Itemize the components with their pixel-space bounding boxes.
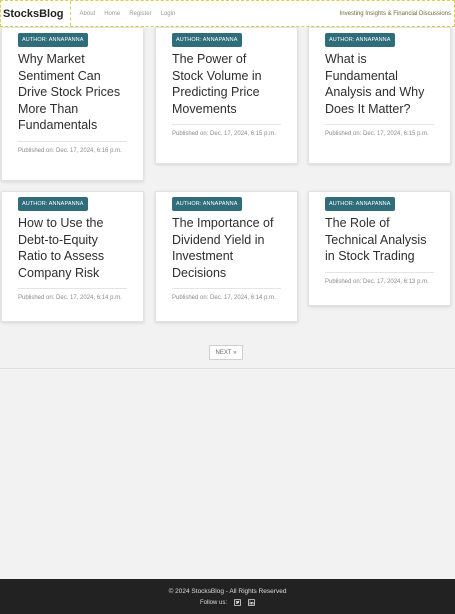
author-badge: AUTHOR: ANNAPANNA xyxy=(325,197,395,211)
linkedin-icon[interactable] xyxy=(248,599,255,606)
brand-logo[interactable]: StocksBlog xyxy=(1,1,71,26)
post-title[interactable]: How to Use the Debt-to-Equity Ratio to A… xyxy=(18,215,127,281)
post-title[interactable]: The Power of Stock Volume in Predicting … xyxy=(172,51,281,117)
card-divider xyxy=(172,124,281,125)
post-card[interactable]: AUTHOR: ANNAPANNA The Power of Stock Vol… xyxy=(155,27,298,164)
copyright-text: © 2024 StocksBlog - All Rights Reserved xyxy=(168,588,287,595)
nav-link-register[interactable]: Register xyxy=(129,11,151,17)
post-card[interactable]: AUTHOR: ANNAPANNA Why Market Sentiment C… xyxy=(1,27,144,181)
author-badge: AUTHOR: ANNAPANNA xyxy=(18,197,88,211)
post-title[interactable]: What is Fundamental Analysis and Why Doe… xyxy=(325,51,434,117)
post-date: Published on: Dec. 17, 2024, 6:14 p.m. xyxy=(172,295,276,301)
card-divider xyxy=(18,288,127,289)
author-badge: AUTHOR: ANNAPANNA xyxy=(172,33,242,47)
next-page-button[interactable]: NEXT » xyxy=(209,345,243,360)
nav-link-about[interactable]: About xyxy=(80,11,96,17)
post-card[interactable]: AUTHOR: ANNAPANNA How to Use the Debt-to… xyxy=(1,191,144,322)
content-divider xyxy=(0,368,455,369)
site-tagline: Investing Insights & Financial Discussio… xyxy=(339,10,451,17)
author-badge: AUTHOR: ANNAPANNA xyxy=(18,33,88,47)
card-divider xyxy=(325,271,434,273)
nav-link-home[interactable]: Home xyxy=(104,11,120,17)
footer: © 2024 StocksBlog - All Rights Reserved … xyxy=(0,579,455,614)
post-date: Published on: Dec. 17, 2024, 6:13 p.m. xyxy=(325,278,429,285)
post-title[interactable]: The Importance of Dividend Yield in Inve… xyxy=(172,215,281,281)
navbar: StocksBlog About Home Register Login Inv… xyxy=(0,0,455,27)
post-title[interactable]: The Role of Technical Analysis in Stock … xyxy=(325,215,434,265)
post-date: Published on: Dec. 17, 2024, 6:16 p.m. xyxy=(18,147,122,154)
post-card[interactable]: AUTHOR: ANNAPANNA The Importance of Divi… xyxy=(155,191,298,322)
twitter-icon[interactable] xyxy=(234,599,241,606)
post-card[interactable]: AUTHOR: ANNAPANNA The Role of Technical … xyxy=(308,191,451,306)
author-badge: AUTHOR: ANNAPANNA xyxy=(325,33,395,47)
social-links: Follow us: xyxy=(0,599,455,606)
post-card[interactable]: AUTHOR: ANNAPANNA What is Fundamental An… xyxy=(308,27,451,164)
nav-link-login[interactable]: Login xyxy=(161,11,176,17)
post-date: Published on: Dec. 17, 2024, 6:14 p.m. xyxy=(18,295,122,301)
card-divider xyxy=(18,140,127,142)
post-date: Published on: Dec. 17, 2024, 6:15 p.m. xyxy=(325,131,429,137)
follow-label: Follow us: xyxy=(199,599,227,606)
post-title[interactable]: Why Market Sentiment Can Drive Stock Pri… xyxy=(18,51,127,134)
card-divider xyxy=(325,124,434,125)
author-badge: AUTHOR: ANNAPANNA xyxy=(172,197,242,211)
post-date: Published on: Dec. 17, 2024, 6:15 p.m. xyxy=(172,131,276,137)
card-divider xyxy=(172,288,281,289)
